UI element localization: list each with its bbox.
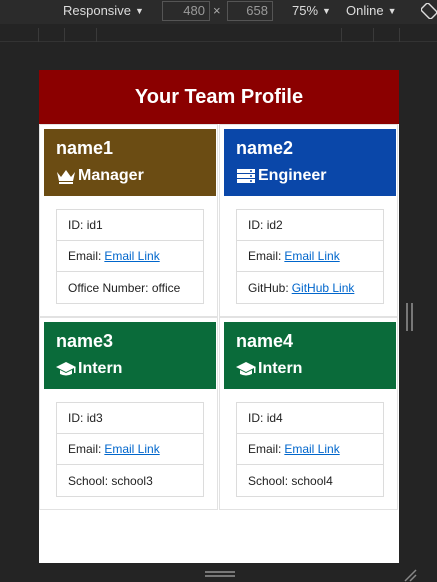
rotate-icon[interactable] (421, 3, 437, 19)
email-link[interactable]: Email Link (284, 249, 339, 263)
card-header: name1 Manager (44, 129, 216, 196)
network-select[interactable]: Online ▼ (346, 3, 397, 18)
employee-name: name3 (56, 331, 114, 351)
github-link[interactable]: GitHub Link (292, 281, 355, 295)
email-link[interactable]: Email Link (104, 442, 159, 456)
bottom-resize-handle[interactable] (205, 571, 235, 577)
info-list: ID: id4 Email: Email Link School: school… (236, 402, 384, 497)
server-icon (237, 169, 255, 183)
id-value: id4 (266, 411, 283, 425)
email-row: Email: Email Link (237, 241, 383, 272)
employee-role: Intern (236, 358, 384, 380)
email-label: Email: (68, 249, 102, 263)
info-list: ID: id3 Email: Email Link School: school… (56, 402, 204, 497)
email-label: Email: (248, 442, 282, 456)
dimension-separator: × (213, 3, 221, 18)
media-query-ruler (0, 24, 437, 42)
info-list: ID: id1 Email: Email Link Office Number:… (56, 209, 204, 304)
school-value: school4 (291, 473, 333, 488)
id-value: id3 (86, 411, 103, 425)
employee-role: Manager (56, 165, 204, 187)
devtools-toolbar: Responsive ▼ 480 × 658 75% ▼ Online ▼ (0, 0, 437, 24)
school-row: School: school4 (237, 465, 383, 496)
id-row: ID: id1 (57, 210, 203, 241)
corner-resize-icon[interactable] (401, 566, 417, 582)
graduation-cap-icon (56, 362, 76, 376)
employee-card: name3 Intern ID: id3 Email: Email Link S… (39, 317, 218, 510)
width-input[interactable]: 480 (162, 1, 210, 21)
id-row: ID: id4 (237, 403, 383, 434)
id-row: ID: id2 (237, 210, 383, 241)
network-label: Online (346, 3, 384, 18)
employee-name: name2 (236, 138, 294, 158)
email-label: Email: (248, 249, 282, 263)
school-value: school3 (111, 473, 153, 488)
id-value: id1 (86, 218, 103, 232)
graduation-cap-icon (236, 362, 256, 376)
device-label: Responsive (63, 3, 131, 18)
right-resize-handle[interactable] (406, 303, 413, 331)
page-title: Your Team Profile (134, 85, 304, 108)
crown-icon (57, 170, 75, 184)
role-label: Intern (258, 360, 303, 377)
card-header: name3 Intern (44, 322, 216, 389)
zoom-label: 75% (292, 3, 319, 18)
github-label: GitHub: (248, 280, 289, 295)
school-label: School: (68, 473, 109, 488)
card-header: name4 Intern (224, 322, 396, 389)
employee-name: name1 (56, 138, 114, 158)
chevron-down-icon: ▼ (134, 5, 144, 16)
height-input[interactable]: 658 (227, 1, 273, 21)
school-label: School: (248, 473, 289, 488)
employee-card: name2 Engineer ID: id2 Email: Email Link… (219, 124, 398, 317)
employee-role: Engineer (236, 165, 384, 187)
zoom-select[interactable]: 75% ▼ (292, 3, 331, 18)
email-link[interactable]: Email Link (284, 442, 339, 456)
office-row: Office Number: office (57, 272, 203, 303)
office-value: office (151, 280, 181, 295)
email-row: Email: Email Link (57, 434, 203, 465)
id-label: ID: (248, 218, 264, 232)
employee-card: name4 Intern ID: id4 Email: Email Link S… (219, 317, 398, 510)
chevron-down-icon: ▼ (322, 5, 331, 16)
device-select[interactable]: Responsive ▼ (63, 3, 144, 18)
id-label: ID: (68, 218, 84, 232)
id-label: ID: (248, 411, 264, 425)
page-header: Your Team Profile (39, 70, 399, 124)
info-list: ID: id2 Email: Email Link GitHub: GitHub… (236, 209, 384, 304)
card-header: name2 Engineer (224, 129, 396, 196)
chevron-down-icon: ▼ (387, 5, 397, 16)
email-link[interactable]: Email Link (104, 249, 159, 263)
email-label: Email: (68, 442, 102, 456)
employee-card: name1 Manager ID: id1 Email: Email Link (39, 124, 218, 317)
employee-role: Intern (56, 358, 204, 380)
id-row: ID: id3 (57, 403, 203, 434)
school-row: School: school3 (57, 465, 203, 496)
email-row: Email: Email Link (57, 241, 203, 272)
role-label: Manager (78, 167, 144, 184)
page-viewport: Your Team Profile name1 Manager ID: id1 (39, 70, 399, 563)
id-label: ID: (68, 411, 84, 425)
id-value: id2 (266, 218, 283, 232)
employee-name: name4 (236, 331, 294, 351)
role-label: Engineer (258, 167, 327, 184)
role-label: Intern (78, 360, 123, 377)
github-row: GitHub: GitHub Link (237, 272, 383, 303)
office-label: Office Number: (68, 280, 149, 295)
email-row: Email: Email Link (237, 434, 383, 465)
